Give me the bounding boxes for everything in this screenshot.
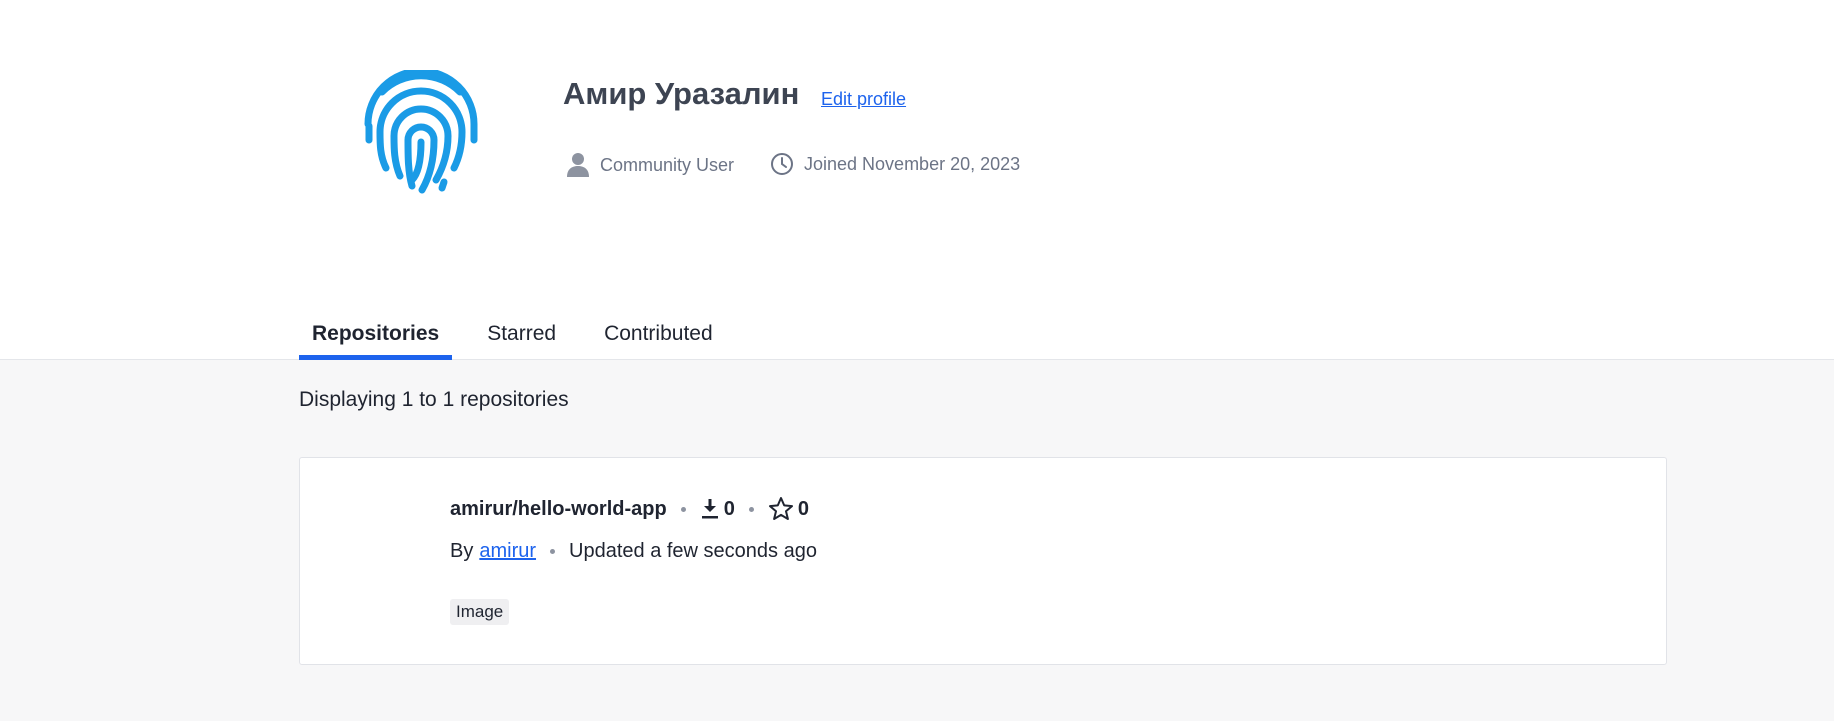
download-icon: [701, 499, 718, 519]
tab-starred[interactable]: Starred: [474, 318, 569, 356]
clock-icon: [771, 153, 793, 175]
separator-dot: [748, 506, 754, 512]
updated-time: Updated a few seconds ago: [569, 540, 817, 562]
star-count: 0: [768, 496, 809, 522]
user-role-label: Community User: [600, 154, 735, 175]
fingerprint-icon: [364, 70, 478, 194]
repository-meta-row: By amirur Updated a few seconds ago: [450, 540, 817, 563]
profile-header: Амир Уразалин Edit profile Community Use…: [0, 0, 1834, 360]
joined-date-label: Joined November 20, 2023: [804, 153, 1021, 174]
tab-repositories[interactable]: Repositories: [299, 318, 453, 360]
repository-title-row: amirur/hello-world-app 0 0: [450, 496, 809, 522]
tab-contributed[interactable]: Contributed: [591, 318, 726, 356]
repository-card[interactable]: amirur/hello-world-app 0 0 By amirur Upd…: [299, 457, 1667, 665]
download-count: 0: [700, 498, 735, 521]
author-link[interactable]: amirur: [479, 540, 536, 563]
profile-tabs: Repositories Starred Contributed: [299, 318, 748, 360]
separator-dot: [680, 506, 686, 512]
repository-type-badge: Image: [450, 599, 510, 625]
edit-profile-link[interactable]: Edit profile: [821, 89, 906, 110]
user-role: Community User: [566, 152, 734, 178]
star-count-value: 0: [797, 497, 809, 520]
joined-date: Joined November 20, 2023: [770, 152, 1020, 176]
profile-name: Амир Уразалин: [563, 76, 800, 111]
separator-dot: [550, 549, 556, 554]
results-summary: Displaying 1 to 1 repositories: [299, 388, 569, 411]
star-icon: [768, 497, 793, 520]
repositories-panel: Displaying 1 to 1 repositories amirur/he…: [0, 360, 1834, 721]
repository-name[interactable]: amirur/hello-world-app: [450, 498, 667, 521]
user-icon: [567, 153, 589, 177]
by-label: By: [450, 540, 474, 562]
download-count-value: 0: [723, 497, 735, 520]
